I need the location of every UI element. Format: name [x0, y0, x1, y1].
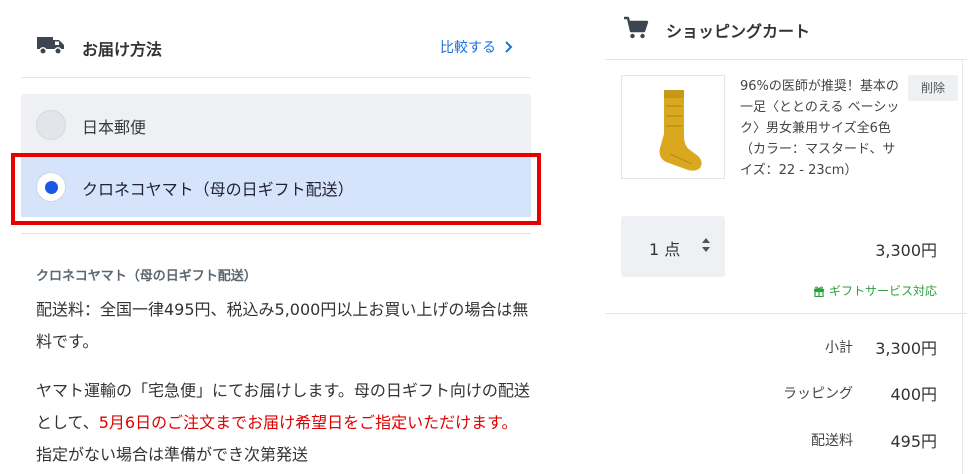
delete-button[interactable]: 削除 — [908, 75, 958, 101]
radio-japan-post[interactable] — [36, 110, 66, 140]
divider — [21, 233, 531, 234]
shipping-fee-row: 配送料 495円 — [811, 428, 937, 452]
shipping-fee-value: 495円 — [890, 432, 937, 451]
selection-highlight-box — [11, 153, 541, 225]
wrapping-row: ラッピング 400円 — [783, 381, 937, 405]
subtotal-value: 3,300円 — [875, 339, 937, 358]
sort-icon — [702, 238, 710, 252]
gift-icon — [813, 285, 824, 297]
cart-icon — [624, 16, 649, 39]
shipping-section: お届け方法 比較する 日本郵便 クロネコヤマト（母の日ギフト配送） — [21, 0, 531, 217]
divider — [605, 313, 967, 314]
fee-text: 配送料：全国一律495円、税込み5,000円以上お買い上げの場合は無料です。 — [36, 300, 529, 351]
product-name[interactable]: 96%の医師が推奨！基本の一足〈ととのえる ベーシック〉男女兼用サイズ全6色（カ… — [740, 76, 905, 181]
truck-icon — [37, 37, 64, 55]
quantity-select[interactable]: 1 点 — [621, 216, 725, 277]
sock-image — [659, 90, 702, 171]
gift-service-badge: ギフトサービス対応 — [813, 282, 937, 299]
compare-label: 比較する — [440, 40, 496, 56]
product-thumbnail[interactable] — [621, 75, 725, 179]
chevron-right-icon — [505, 41, 513, 53]
shipping-fee-label: 配送料 — [811, 433, 853, 449]
compare-link[interactable]: 比較する — [440, 37, 514, 57]
subtotal-label: 小計 — [825, 340, 853, 356]
shipping-option-japan-post[interactable]: 日本郵便 — [21, 94, 531, 156]
panel-border — [962, 60, 963, 474]
cart-title: ショッピングカート — [666, 22, 811, 41]
option-label: 日本郵便 — [82, 118, 147, 137]
note-deadline-text: 5月6日のご注文までお届け希望日をご指定いただけます。 — [98, 413, 518, 432]
wrapping-label: ラッピング — [783, 386, 853, 402]
shipping-detail: クロネコヤマト（母の日ギフト配送） 配送料：全国一律495円、税込み5,000円… — [36, 265, 531, 471]
quantity-value: 1 点 — [649, 240, 681, 259]
delivery-note: ヤマト運輸の「宅急便」にてお届けします。母の日ギフト向けの配送として、5月6日の… — [36, 375, 531, 471]
shipping-header: お届け方法 比較する — [21, 0, 531, 78]
shipping-title: お届け方法 — [82, 40, 163, 59]
note-text-end: 指定がない場合は準備ができ次第発送 — [36, 445, 309, 464]
item-price: 3,300円 — [875, 241, 937, 260]
subtotal-row: 小計 3,300円 — [825, 335, 937, 359]
gift-label: ギフトサービス対応 — [828, 284, 937, 298]
cart-section: ショッピングカート 96%の医師が推奨！基本の一足〈ととのえる ベーシック〉男女… — [605, 0, 967, 474]
wrapping-value: 400円 — [890, 385, 937, 404]
detail-title: クロネコヤマト（母の日ギフト配送） — [36, 269, 257, 284]
cart-header: ショッピングカート — [605, 0, 967, 60]
